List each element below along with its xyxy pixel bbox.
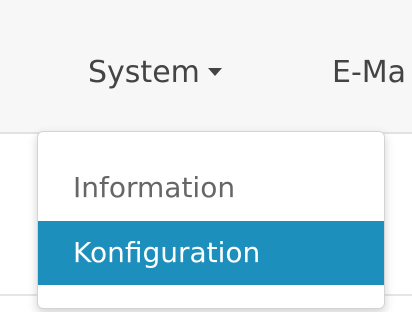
nav-menu-email[interactable]: E-Ma (332, 53, 406, 93)
caret-down-icon (207, 68, 222, 76)
screen: System E-Ma Information Konfiguration (0, 0, 412, 312)
top-navbar: System E-Ma (0, 0, 412, 134)
nav-menu-system-label: System (88, 55, 200, 90)
system-dropdown-menu: Information Konfiguration (37, 131, 385, 309)
menu-item-konfiguration[interactable]: Konfiguration (38, 221, 384, 285)
menu-item-information[interactable]: Information (38, 156, 384, 220)
nav-menu-email-label: E-Ma (332, 55, 407, 90)
menu-item-konfiguration-label: Konfiguration (73, 236, 261, 269)
menu-item-information-label: Information (73, 171, 236, 204)
nav-menu-system[interactable]: System (88, 53, 222, 93)
